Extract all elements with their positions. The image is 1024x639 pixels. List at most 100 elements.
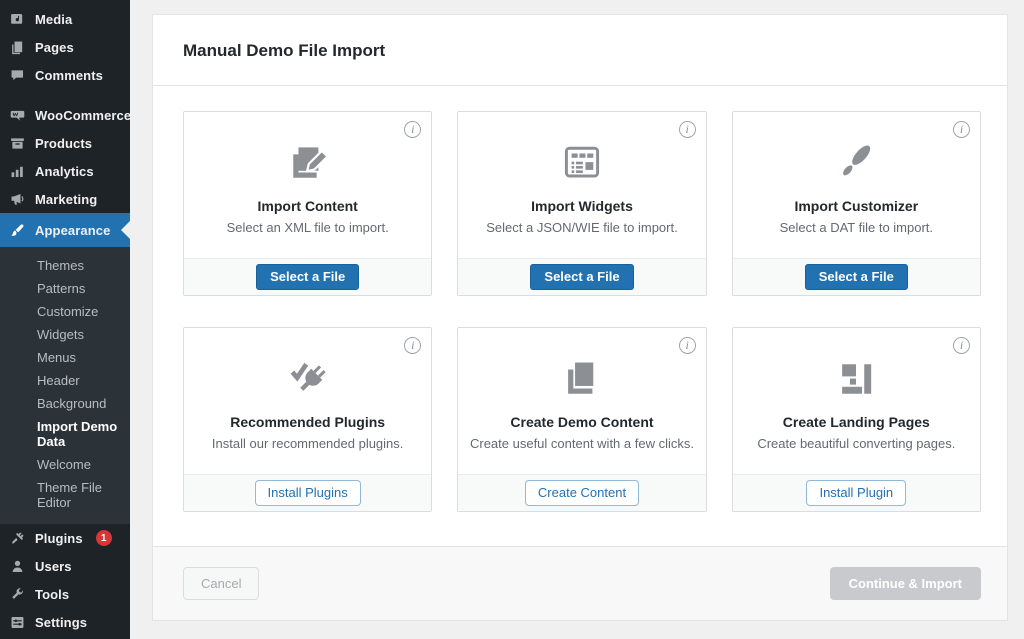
sidebar-item-label: Products [35,136,92,151]
card-import-content: i Import Content Select an XML file to i… [183,111,432,296]
card-description: Select a DAT file to import. [780,220,933,235]
sidebar-item-media[interactable]: Media [0,5,130,33]
submenu-item-header[interactable]: Header [0,369,130,392]
create-content-button[interactable]: Create Content [525,480,639,506]
sidebar-item-label: Plugins [35,531,83,546]
submenu-item-customize[interactable]: Customize [0,300,130,323]
sidebar-item-label: Marketing [35,192,97,207]
submenu-item-menus[interactable]: Menus [0,346,130,369]
card-description: Select an XML file to import. [227,220,389,235]
sidebar-item-tools[interactable]: Tools [0,580,130,608]
sidebar-item-label: Pages [35,40,74,55]
plugins-update-badge: 1 [96,530,112,546]
admin-sidebar: Media Pages Comments WooCommerce Product… [0,0,130,639]
card-content: i Create Demo Content Create useful cont… [458,328,705,474]
info-icon[interactable]: i [679,121,696,138]
layout-blocks-icon [830,350,882,408]
sidebar-item-appearance[interactable]: Appearance [0,213,130,247]
comments-icon [9,67,26,84]
card-title: Import Content [258,198,358,214]
card-footer: Select a File [184,258,431,295]
appearance-brush-icon [9,222,26,239]
info-icon[interactable]: i [953,337,970,354]
card-title: Create Demo Content [510,414,653,430]
sidebar-item-settings[interactable]: Settings [0,608,130,636]
card-description: Install our recommended plugins. [212,436,404,451]
card-content: i Import Content Select an XML file to i… [184,112,431,258]
sidebar-item-woocommerce[interactable]: WooCommerce [0,101,130,129]
sidebar-item-label: Comments [35,68,103,83]
submenu-item-patterns[interactable]: Patterns [0,277,130,300]
card-content: i Import Customizer Select a DAT file to… [733,112,980,258]
stacked-pages-icon [556,350,608,408]
card-create-demo-content: i Create Demo Content Create useful cont… [457,327,706,512]
plugins-icon [9,530,26,547]
panel-header: Manual Demo File Import [153,15,1007,86]
install-plugin-button[interactable]: Install Plugin [806,480,906,506]
panel-footer: Cancel Continue & Import [153,546,1007,620]
continue-import-button[interactable]: Continue & Import [830,567,981,600]
media-icon [9,11,26,28]
install-plugins-button[interactable]: Install Plugins [255,480,361,506]
sidebar-item-label: Appearance [35,223,110,238]
submenu-item-welcome[interactable]: Welcome [0,453,130,476]
woocommerce-icon [9,107,26,124]
sidebar-item-products[interactable]: Products [0,129,130,157]
card-footer: Install Plugin [733,474,980,511]
card-content: i Create Landing Pages Create beautiful … [733,328,980,474]
sidebar-item-label: Analytics [35,164,94,179]
sidebar-item-analytics[interactable]: Analytics [0,157,130,185]
submenu-item-import-demo-data[interactable]: Import Demo Data [0,415,130,453]
card-title: Import Widgets [531,198,633,214]
sidebar-separator [0,89,130,101]
card-content: i Recommended Plugins Install our recomm… [184,328,431,474]
card-description: Create beautiful converting pages. [757,436,955,451]
panel-body: i Import Content Select an XML file to i… [153,86,1007,546]
pages-icon [9,39,26,56]
import-widgets-icon [556,134,608,192]
info-icon[interactable]: i [404,337,421,354]
sidebar-item-label: WooCommerce [35,108,131,123]
submenu-item-themes[interactable]: Themes [0,254,130,277]
analytics-icon [9,163,26,180]
submenu-item-widgets[interactable]: Widgets [0,323,130,346]
select-file-button[interactable]: Select a File [530,264,633,290]
card-footer: Select a File [733,258,980,295]
import-content-edit-icon [282,134,334,192]
sidebar-item-users[interactable]: Users [0,552,130,580]
users-icon [9,558,26,575]
plugin-check-icon [282,350,334,408]
submenu-item-theme-file-editor[interactable]: Theme File Editor [0,476,130,514]
cancel-button[interactable]: Cancel [183,567,259,600]
settings-icon [9,614,26,631]
select-file-button[interactable]: Select a File [805,264,908,290]
sidebar-item-marketing[interactable]: Marketing [0,185,130,213]
products-icon [9,135,26,152]
card-footer: Create Content [458,474,705,511]
card-create-landing-pages: i Create Landing Pages Create beautiful … [732,327,981,512]
card-footer: Install Plugins [184,474,431,511]
submenu-item-background[interactable]: Background [0,392,130,415]
sidebar-item-label: Tools [35,587,69,602]
cards-grid: i Import Content Select an XML file to i… [183,111,981,512]
appearance-submenu: Themes Patterns Customize Widgets Menus … [0,247,130,524]
main-content: Manual Demo File Import i Import Content… [130,0,1024,639]
sidebar-item-label: Users [35,559,72,574]
card-description: Create useful content with a few clicks. [470,436,694,451]
card-title: Import Customizer [794,198,918,214]
card-import-customizer: i Import Customizer Select a DAT file to… [732,111,981,296]
tools-icon [9,586,26,603]
sidebar-item-label: Media [35,12,72,27]
card-title: Create Landing Pages [783,414,930,430]
card-recommended-plugins: i Recommended Plugins Install our recomm… [183,327,432,512]
sidebar-item-plugins[interactable]: Plugins 1 [0,524,130,552]
info-icon[interactable]: i [953,121,970,138]
sidebar-item-pages[interactable]: Pages [0,33,130,61]
info-icon[interactable]: i [679,337,696,354]
card-content: i Import Widgets Select a JSON/WIE file … [458,112,705,258]
info-icon[interactable]: i [404,121,421,138]
select-file-button[interactable]: Select a File [256,264,359,290]
sidebar-item-comments[interactable]: Comments [0,61,130,89]
sidebar-item-label: Settings [35,615,87,630]
marketing-icon [9,191,26,208]
